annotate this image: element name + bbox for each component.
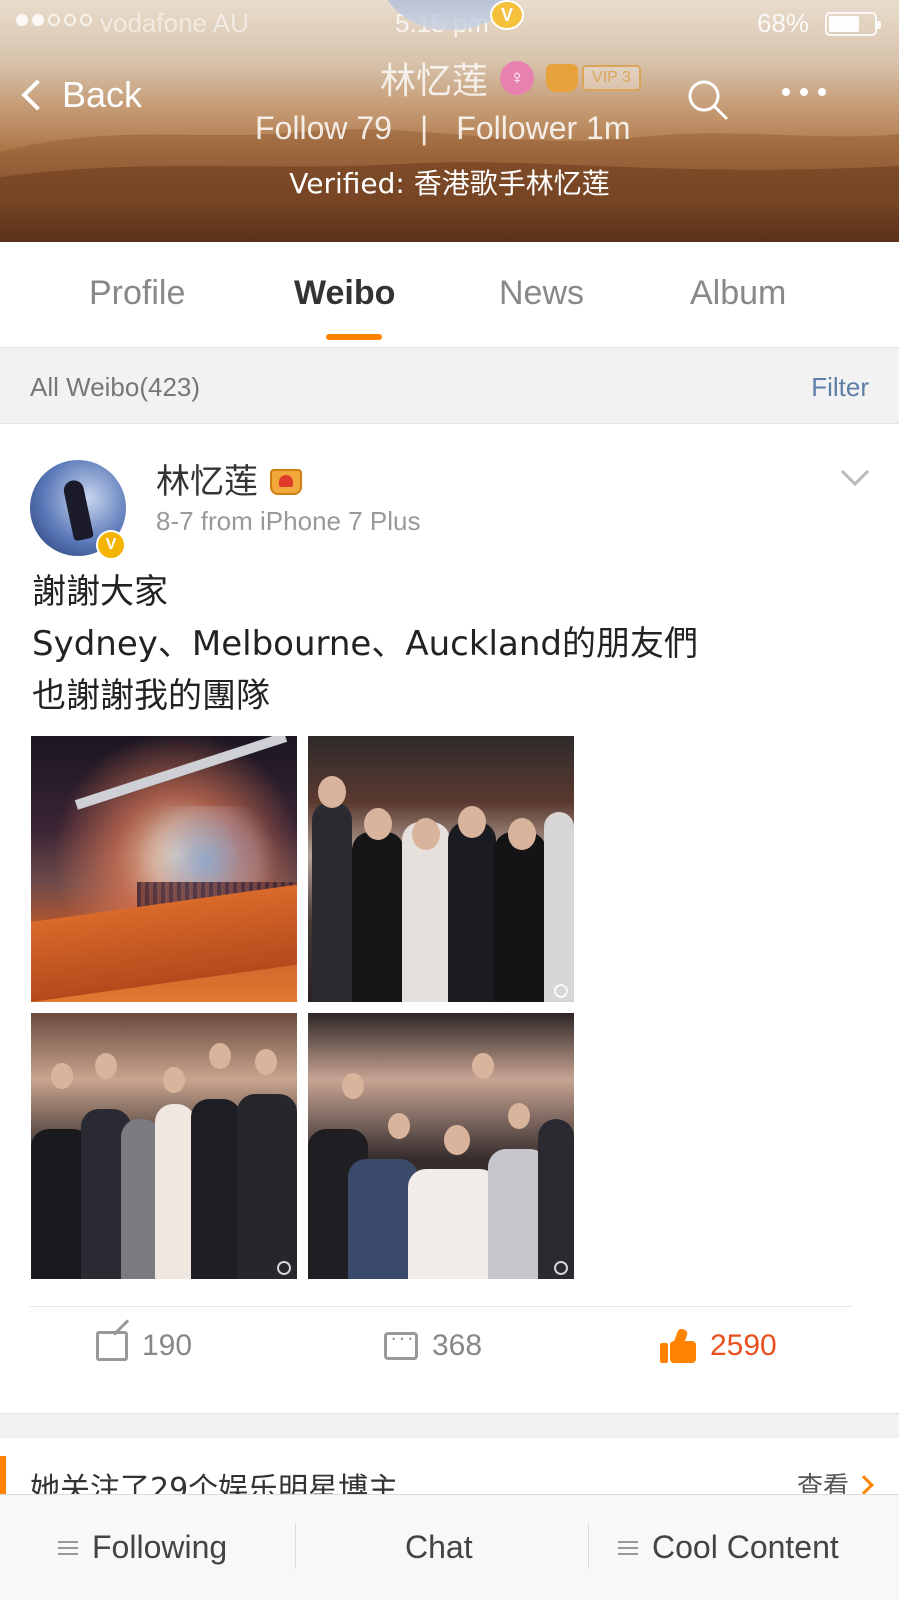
more-options-icon[interactable] [782, 88, 826, 96]
post-photo-group[interactable] [308, 736, 574, 1002]
follow-stats: Follow 79 | Follower 1m [255, 110, 631, 147]
carrier-name: vodafone AU [100, 8, 249, 38]
post-actions: 190 368 2590 [0, 1307, 899, 1387]
post-text-line: 謝謝大家 [32, 572, 168, 612]
cool-content-button[interactable]: Cool Content [618, 1529, 839, 1566]
cool-content-label: Cool Content [652, 1529, 839, 1565]
bottom-toolbar: Following Chat Cool Content [0, 1494, 899, 1600]
author-row: 林忆莲 [156, 454, 304, 503]
post-photo-concert[interactable] [31, 736, 297, 1002]
verified-badge-icon: V [490, 0, 524, 30]
chevron-right-icon [854, 1474, 874, 1495]
search-icon[interactable] [686, 78, 730, 122]
vip-level: VIP 3 [582, 65, 641, 91]
profile-name: 林忆莲 [380, 61, 489, 102]
chevron-down-icon[interactable] [840, 457, 870, 487]
watermark-icon [554, 984, 568, 998]
recommendation-text: 她关注了29个娱乐明星博主 [30, 1472, 399, 1498]
chat-button[interactable]: Chat [405, 1529, 473, 1566]
crown-icon [268, 463, 304, 495]
vip-badge: VIP 3 [546, 64, 641, 92]
menu-icon [618, 1540, 638, 1555]
filter-button[interactable]: Filter [811, 372, 869, 403]
female-gender-icon: ♀ [500, 61, 535, 95]
menu-icon [58, 1540, 78, 1555]
tab-weibo[interactable]: Weibo [294, 274, 395, 313]
following-label: Following [92, 1529, 228, 1565]
filter-bar: All Weibo(423) Filter [0, 348, 899, 424]
chat-label: Chat [405, 1529, 473, 1565]
battery-percentage: 68% [756, 8, 809, 38]
repost-icon [96, 1331, 128, 1361]
tab-profile[interactable]: Profile [89, 274, 185, 313]
post-meta: 8-7 from iPhone 7 Plus [156, 506, 421, 536]
post-text: 謝謝大家 Sydney、Melbourne、Auckland的朋友們 也謝謝我的… [32, 566, 872, 722]
post-text-line: Sydney、Melbourne、Auckland的朋友們 [32, 624, 698, 664]
profile-header: vodafone AU 5:15 pm 68% V Back 林忆莲 ♀ VIP… [0, 0, 899, 242]
watermark-icon [554, 1261, 568, 1275]
post-photo-team[interactable] [31, 1013, 297, 1279]
weibo-post-card: V 林忆莲 8-7 from iPhone 7 Plus 謝謝大家 Sydney… [0, 424, 899, 1414]
like-button[interactable]: 2590 [660, 1327, 777, 1363]
accent-bar [0, 1456, 6, 1498]
repost-count: 190 [142, 1329, 193, 1362]
watermark-icon [277, 1261, 291, 1275]
verified-badge-icon: V [96, 530, 126, 560]
toolbar-separator [295, 1523, 296, 1569]
tab-news[interactable]: News [499, 274, 584, 313]
back-chevron-icon [21, 79, 53, 111]
comment-icon [384, 1325, 418, 1360]
status-right: 68% [756, 8, 881, 39]
battery-icon [825, 11, 881, 36]
signal-strength-icon [16, 14, 92, 26]
following-button[interactable]: Following [58, 1529, 227, 1566]
all-weibo-count: All Weibo(423) [30, 372, 201, 402]
following-recommendation[interactable]: 她关注了29个娱乐明星博主 查看 [0, 1438, 899, 1498]
active-tab-indicator [326, 334, 382, 340]
toolbar-separator [588, 1523, 589, 1569]
profile-name-row: 林忆莲 ♀ VIP 3 [380, 52, 641, 104]
post-photo-crew[interactable] [308, 1013, 574, 1279]
back-label: Back [62, 74, 143, 115]
follower-stat[interactable]: Follower 1m [456, 110, 630, 147]
like-count: 2590 [710, 1329, 777, 1362]
tab-album[interactable]: Album [690, 274, 786, 313]
follow-stat[interactable]: Follow 79 [255, 110, 392, 147]
comment-count: 368 [432, 1329, 483, 1362]
verified-description: Verified: 香港歌手林忆莲 [289, 167, 610, 200]
author-name[interactable]: 林忆莲 [156, 454, 258, 503]
comment-button[interactable]: 368 [384, 1325, 483, 1363]
back-button[interactable]: Back [21, 74, 143, 116]
stat-separator: | [419, 110, 429, 146]
thumbs-up-icon [660, 1327, 696, 1363]
post-text-line: 也謝謝我的團隊 [32, 676, 270, 716]
crown-icon [546, 64, 579, 92]
profile-tabs: Profile Weibo News Album [0, 242, 899, 348]
repost-button[interactable]: 190 [96, 1329, 192, 1363]
